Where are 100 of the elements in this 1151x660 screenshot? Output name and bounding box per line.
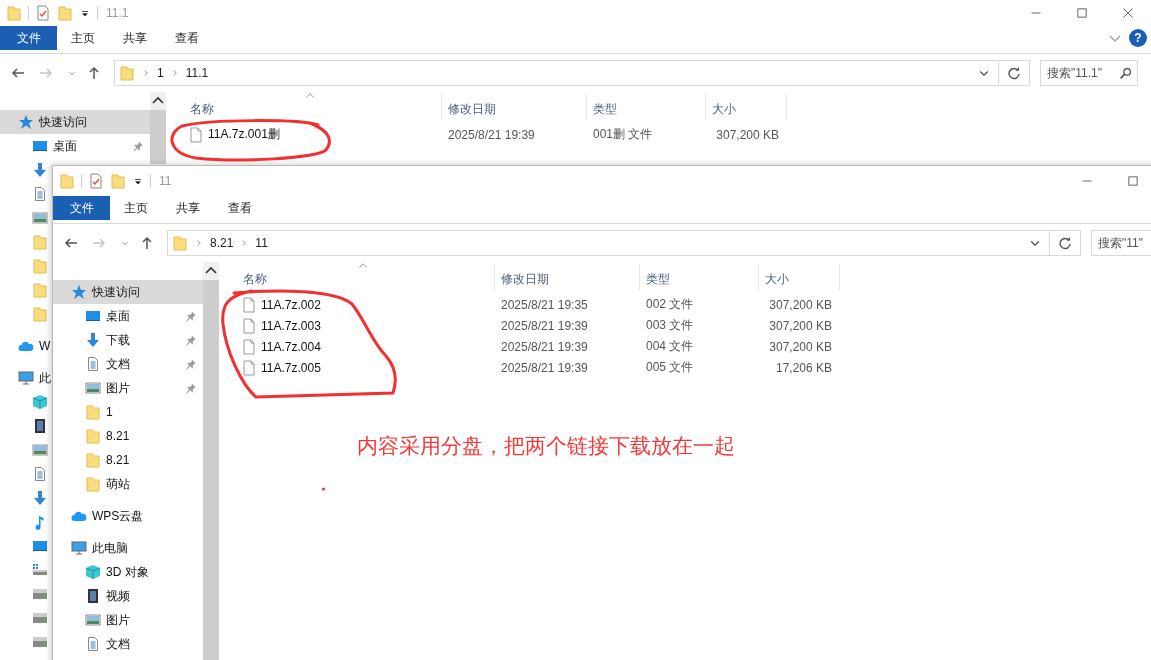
nav-item[interactable]: 下载 xyxy=(53,328,203,352)
folder-icon xyxy=(85,404,101,420)
file-name[interactable]: 11A.7z.001删 xyxy=(208,126,280,143)
column-header[interactable]: 修改日期 xyxy=(495,264,640,290)
film-icon xyxy=(85,588,101,604)
nav-item[interactable]: 此 xyxy=(0,366,51,390)
scrollbar[interactable] xyxy=(150,92,166,164)
file-icon xyxy=(188,126,204,143)
search-field[interactable]: 搜索"11" xyxy=(1091,230,1151,256)
nav-item[interactable]: 快速访问 xyxy=(53,280,203,304)
cube-icon xyxy=(85,564,101,580)
maximize-icon xyxy=(1127,175,1139,187)
nav-item[interactable]: 1 xyxy=(53,400,113,424)
star-icon xyxy=(18,114,34,130)
help-button[interactable]: ? xyxy=(1129,29,1147,47)
ribbon-tab[interactable]: 查看 xyxy=(161,26,213,50)
breadcrumb[interactable]: 8.21 xyxy=(210,236,234,250)
scrollbar[interactable] xyxy=(203,262,219,660)
address-bar[interactable]: 1 11.1 xyxy=(114,60,999,86)
ribbon-tab[interactable]: 共享 xyxy=(162,196,214,220)
refresh-button[interactable] xyxy=(999,60,1030,86)
star-icon xyxy=(71,284,87,300)
nav-item[interactable]: 桌面 xyxy=(53,304,203,328)
file-icon xyxy=(241,359,257,376)
folder-icon xyxy=(119,65,135,81)
file-menu-tab[interactable]: 文件 xyxy=(53,196,110,220)
ribbon-tab[interactable]: 共享 xyxy=(109,26,161,50)
folder-icon xyxy=(32,258,48,274)
drive-icon xyxy=(32,562,48,578)
nav-item[interactable]: 桌面 xyxy=(0,134,150,158)
nav-item[interactable]: 萌站 xyxy=(53,472,130,496)
checklist-icon[interactable] xyxy=(88,173,104,189)
drive-icon xyxy=(32,636,48,648)
nav-item[interactable]: 图片 xyxy=(53,608,130,632)
desktop-icon xyxy=(32,538,48,554)
column-header[interactable]: 大小 xyxy=(759,264,840,290)
down-arrow-icon xyxy=(85,332,101,348)
file-name[interactable]: 11A.7z.002 xyxy=(261,297,321,312)
breadcrumb[interactable]: 11 xyxy=(255,236,268,250)
pin-icon[interactable] xyxy=(185,382,197,394)
file-icon xyxy=(241,296,257,313)
nav-item[interactable]: 视频 xyxy=(53,584,130,608)
dot-mark xyxy=(321,487,326,491)
search-icon[interactable] xyxy=(1119,67,1132,80)
ribbon-tab[interactable]: 主页 xyxy=(57,26,109,50)
file-name[interactable]: 11A.7z.004 xyxy=(261,339,321,354)
column-header[interactable]: 修改日期 xyxy=(442,94,587,120)
nav-item[interactable]: WPS云盘 xyxy=(53,504,144,528)
breadcrumb[interactable]: 11.1 xyxy=(185,66,209,80)
nav-item[interactable]: 8.21 xyxy=(53,448,130,472)
pin-icon[interactable] xyxy=(185,334,197,346)
nav-item[interactable]: 8.21 xyxy=(53,424,130,448)
pin-icon[interactable] xyxy=(132,140,144,152)
scroll-up-icon[interactable] xyxy=(150,92,166,110)
document-icon xyxy=(32,466,48,482)
nav-item[interactable]: 文档 xyxy=(53,352,203,376)
nav-item[interactable]: 3D 对象 xyxy=(53,560,149,584)
nav-item[interactable]: 快速访问 xyxy=(0,110,150,134)
search-field[interactable]: 搜索"11.1" xyxy=(1040,60,1138,86)
column-header[interactable]: 名称 xyxy=(166,94,442,120)
folder-icon xyxy=(85,476,101,492)
desktop-icon xyxy=(85,308,101,324)
cube-icon xyxy=(32,394,48,410)
file-name[interactable]: 11A.7z.005 xyxy=(261,360,321,375)
nav-item[interactable]: W xyxy=(0,334,51,358)
drive-icon xyxy=(32,588,48,600)
file-name[interactable]: 11A.7z.003 xyxy=(261,318,321,333)
column-header[interactable]: 类型 xyxy=(640,264,759,290)
modified-date: 2025/8/21 19:39 xyxy=(447,127,536,142)
file-size: 307,200 KB xyxy=(768,297,833,312)
pin-icon[interactable] xyxy=(185,358,197,370)
file-type: 004 文件 xyxy=(645,338,695,355)
modified-date: 2025/8/21 19:39 xyxy=(500,360,589,375)
window-title: 11.1 xyxy=(106,6,130,20)
column-header[interactable]: 类型 xyxy=(587,94,706,120)
column-header[interactable]: 大小 xyxy=(706,94,787,120)
address-bar[interactable]: 8.21 11 xyxy=(167,230,1050,256)
scroll-up-icon[interactable] xyxy=(203,262,219,280)
refresh-icon xyxy=(1006,65,1022,81)
document-icon xyxy=(85,356,101,372)
nav-item[interactable]: 此电脑 xyxy=(53,536,128,560)
document-icon xyxy=(85,636,101,652)
checklist-icon[interactable] xyxy=(35,5,51,21)
picture-icon xyxy=(32,442,48,458)
ribbon-tab[interactable]: 查看 xyxy=(214,196,266,220)
folder-icon xyxy=(85,452,101,468)
file-menu-tab[interactable]: 文件 xyxy=(0,26,57,50)
refresh-button[interactable] xyxy=(1050,230,1081,256)
column-header[interactable]: 名称 xyxy=(219,264,495,290)
picture-icon xyxy=(85,380,101,396)
ribbon-tab[interactable]: 主页 xyxy=(110,196,162,220)
folder-icon xyxy=(32,282,48,298)
nav-item[interactable]: 文档 xyxy=(53,632,130,656)
nav-item[interactable]: 图片 xyxy=(53,376,203,400)
file-size: 307,200 KB xyxy=(768,339,833,354)
file-type: 003 文件 xyxy=(645,317,695,334)
breadcrumb[interactable]: 1 xyxy=(157,66,164,80)
modified-date: 2025/8/21 19:35 xyxy=(500,297,589,312)
pin-icon[interactable] xyxy=(185,310,197,322)
file-size: 17,206 KB xyxy=(774,360,833,375)
